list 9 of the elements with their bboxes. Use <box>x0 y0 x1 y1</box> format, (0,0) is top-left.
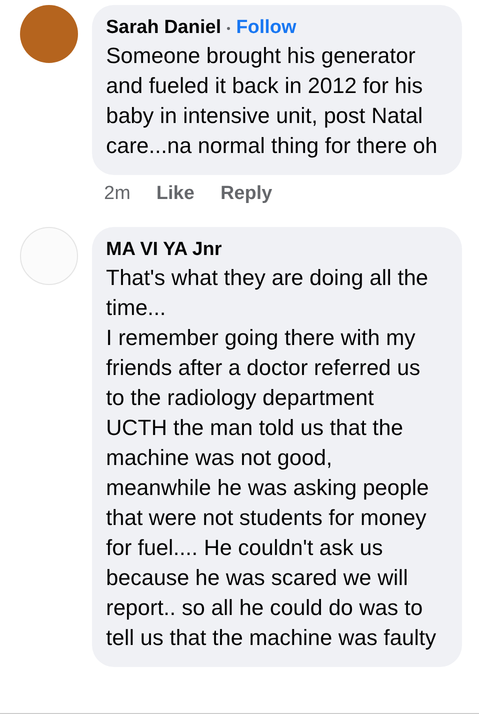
comment-text: Someone brought his generator and fueled it back in 2012 for his baby in intensive unit, post Natal care...na normal thing for there oh <box>106 42 438 160</box>
reply-link[interactable]: Reply <box>220 183 272 205</box>
comment-text: That's what they are doing all the time... I remember going there with my friends after a doctor referred us to the radiology department UCTH the man told us that the machine was not good, meanwhile he was asking people that were not students for money for fuel.... He couldn't ask us because he was scared we will report.. so all he could do was to tell us that the machine was faulty <box>106 264 438 652</box>
author-name[interactable]: MA VI YA Jnr <box>106 239 222 261</box>
author-name[interactable]: Sarah Daniel <box>106 17 222 39</box>
comment-time: 2m <box>104 183 130 205</box>
like-link[interactable]: Like <box>156 183 194 205</box>
separator-dot <box>227 26 230 30</box>
follow-link[interactable]: Follow <box>236 17 296 39</box>
